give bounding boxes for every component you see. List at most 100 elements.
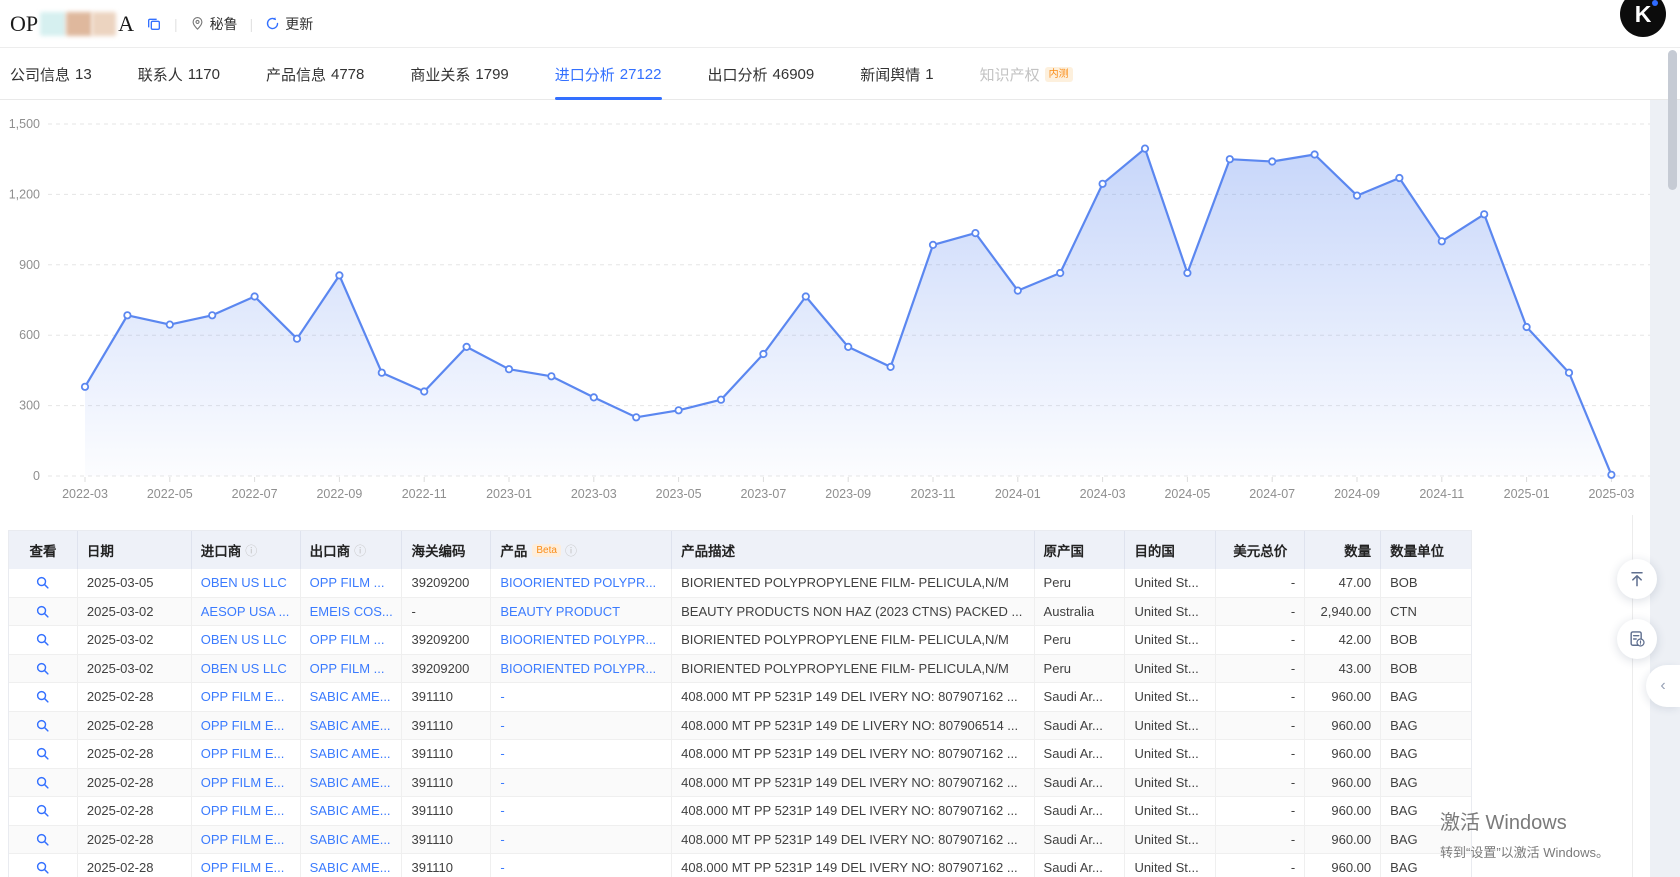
info-icon[interactable]: ⓘ <box>245 542 257 559</box>
column-header-label: 目的国 <box>1134 540 1175 560</box>
cell-product[interactable]: BIOORIENTED POLYPR... <box>491 655 672 683</box>
search-icon <box>35 575 50 590</box>
svg-text:2023-07: 2023-07 <box>740 487 786 501</box>
svg-text:1,200: 1,200 <box>9 187 40 201</box>
cell-product[interactable]: BIOORIENTED POLYPR... <box>491 626 672 654</box>
info-icon[interactable]: ⓘ <box>354 542 366 559</box>
cell-exporter[interactable]: OPP FILM ... <box>301 626 403 654</box>
table-row: 2025-02-28OPP FILM E...SABIC AME...39111… <box>9 683 1471 712</box>
cell-exporter[interactable]: SABIC AME... <box>301 712 403 740</box>
redacted-name-block <box>92 12 116 36</box>
refresh-button[interactable]: 更新 <box>265 14 313 34</box>
collapse-panel-handle[interactable]: ‹ <box>1646 665 1680 707</box>
cell-exporter[interactable]: EMEIS COS... <box>301 598 403 626</box>
cell-exporter[interactable]: SABIC AME... <box>301 797 403 825</box>
cell-importer[interactable]: OPP FILM E... <box>192 740 301 768</box>
cell-exporter[interactable]: SABIC AME... <box>301 769 403 797</box>
cell-hs_code: 391110 <box>402 769 491 797</box>
cell-product[interactable]: BEAUTY PRODUCT <box>491 598 672 626</box>
company-name-suffix: A <box>118 11 134 37</box>
tab-联系人[interactable]: 联系人 1170 <box>138 49 220 99</box>
search-icon <box>35 803 50 818</box>
cell-exporter[interactable]: OPP FILM ... <box>301 655 403 683</box>
cell-exporter[interactable]: SABIC AME... <box>301 740 403 768</box>
cell-product[interactable]: - <box>491 683 672 711</box>
tab-商业关系[interactable]: 商业关系1799 <box>410 49 508 99</box>
view-detail-button[interactable] <box>9 826 78 854</box>
cell-importer[interactable]: OPP FILM E... <box>192 769 301 797</box>
tab-公司信息[interactable]: 公司信息13 <box>10 49 92 99</box>
cell-product[interactable]: BIOORIENTED POLYPR... <box>491 569 672 597</box>
cell-hs_code: 391110 <box>402 740 491 768</box>
tab-进口分析[interactable]: 进口分析27122 <box>555 49 662 99</box>
cell-description: BIORIENTED POLYPROPYLENE FILM- PELICULA,… <box>672 626 1034 654</box>
cell-importer[interactable]: OPP FILM E... <box>192 854 301 877</box>
view-detail-button[interactable] <box>9 854 78 877</box>
brand-logo[interactable]: K <box>1620 0 1666 37</box>
cell-dest_country: United St... <box>1125 569 1216 597</box>
cell-importer[interactable]: OBEN US LLC <box>192 655 301 683</box>
cell-product[interactable]: - <box>491 769 672 797</box>
cell-product[interactable]: - <box>491 797 672 825</box>
scrollbar-thumb[interactable] <box>1668 50 1677 190</box>
cell-date: 2025-02-28 <box>78 797 192 825</box>
cell-quantity: 43.00 <box>1305 655 1381 683</box>
tab-出口分析[interactable]: 出口分析46909 <box>708 49 815 99</box>
column-header-label: 日期 <box>87 540 114 560</box>
table-row: 2025-02-28OPP FILM E...SABIC AME...39111… <box>9 854 1471 877</box>
view-detail-button[interactable] <box>9 797 78 825</box>
cell-dest_country: United St... <box>1125 854 1216 877</box>
column-header-product: 产品Betaⓘ <box>491 531 672 569</box>
cell-importer[interactable]: OPP FILM E... <box>192 797 301 825</box>
tab-产品信息[interactable]: 产品信息4778 <box>266 49 364 99</box>
cell-usd_total: - <box>1216 683 1305 711</box>
view-detail-button[interactable] <box>9 740 78 768</box>
cell-exporter[interactable]: SABIC AME... <box>301 683 403 711</box>
view-detail-button[interactable] <box>9 569 78 597</box>
view-detail-button[interactable] <box>9 683 78 711</box>
cell-product[interactable]: - <box>491 712 672 740</box>
info-icon[interactable]: ⓘ <box>565 542 577 559</box>
cell-exporter[interactable]: SABIC AME... <box>301 854 403 877</box>
svg-text:600: 600 <box>19 328 40 342</box>
cell-quantity: 960.00 <box>1305 683 1381 711</box>
tab-count: 1170 <box>188 66 220 83</box>
cell-description: 408.000 MT PP 5231P 149 DEL IVERY NO: 80… <box>672 797 1034 825</box>
svg-text:2025-01: 2025-01 <box>1504 487 1550 501</box>
tab-知识产权[interactable]: 知识产权内测 <box>980 49 1073 99</box>
cell-exporter[interactable]: SABIC AME... <box>301 826 403 854</box>
cell-product[interactable]: - <box>491 826 672 854</box>
view-detail-button[interactable] <box>9 598 78 626</box>
tab-新闻舆情[interactable]: 新闻舆情1 <box>860 49 933 99</box>
cell-importer[interactable]: OPP FILM E... <box>192 826 301 854</box>
cell-importer[interactable]: OPP FILM E... <box>192 683 301 711</box>
cell-exporter[interactable]: OPP FILM ... <box>301 569 403 597</box>
view-detail-button[interactable] <box>9 655 78 683</box>
cell-origin_country: Saudi Ar... <box>1035 826 1126 854</box>
cell-importer[interactable]: OBEN US LLC <box>192 569 301 597</box>
cell-quantity: 47.00 <box>1305 569 1381 597</box>
svg-text:2022-09: 2022-09 <box>316 487 362 501</box>
cell-date: 2025-03-02 <box>78 598 192 626</box>
table-row: 2025-02-28OPP FILM E...SABIC AME...39111… <box>9 740 1471 769</box>
back-to-top-button[interactable] <box>1617 559 1657 599</box>
tab-label: 知识产权 <box>980 64 1040 85</box>
view-detail-button[interactable] <box>9 712 78 740</box>
cell-dest_country: United St... <box>1125 797 1216 825</box>
view-detail-button[interactable] <box>9 626 78 654</box>
cell-description: 408.000 MT PP 5231P 149 DEL IVERY NO: 80… <box>672 683 1034 711</box>
cell-importer[interactable]: AESOP USA ... <box>192 598 301 626</box>
report-record-button[interactable] <box>1617 619 1657 659</box>
import-trend-chart-card: 03006009001,2001,5002022-032022-052022-0… <box>0 100 1650 515</box>
view-detail-button[interactable] <box>9 769 78 797</box>
tab-label: 联系人 <box>138 64 183 85</box>
column-header-dest_country: 目的国 <box>1125 531 1216 569</box>
copy-icon[interactable] <box>146 16 162 32</box>
cell-importer[interactable]: OBEN US LLC <box>192 626 301 654</box>
cell-product[interactable]: - <box>491 854 672 877</box>
cell-product[interactable]: - <box>491 740 672 768</box>
column-header-importer: 进口商ⓘ <box>192 531 301 569</box>
collapse-chevron-icon: ‹ <box>1660 677 1665 695</box>
cell-importer[interactable]: OPP FILM E... <box>192 712 301 740</box>
svg-text:2024-03: 2024-03 <box>1080 487 1126 501</box>
